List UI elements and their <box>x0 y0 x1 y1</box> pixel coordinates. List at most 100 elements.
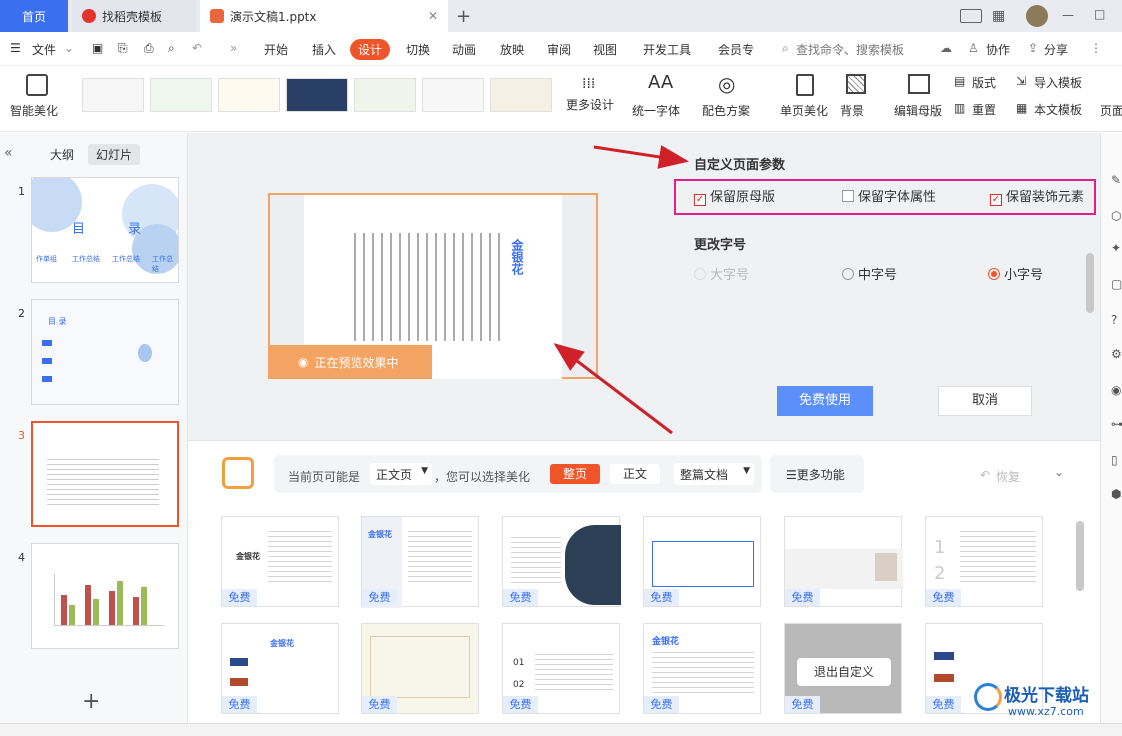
template-card[interactable]: 金银花 免费 <box>221 623 339 714</box>
menu-member[interactable]: 会员专 <box>718 41 754 58</box>
tab-document[interactable]: 演示文稿1.pptx ✕ <box>200 0 448 32</box>
cancel-button[interactable]: 取消 <box>938 386 1032 416</box>
tab-outline[interactable]: 大纲 <box>50 146 74 163</box>
menu-insert[interactable]: 插入 <box>312 41 336 58</box>
tool-icon[interactable]: ✦ <box>1111 241 1121 255</box>
tool-icon[interactable]: ⊶ <box>1111 417 1122 431</box>
color-scheme-button[interactable]: 配色方案 <box>702 102 750 119</box>
new-tab-button[interactable]: + <box>456 0 480 32</box>
collab-button[interactable]: 协作 <box>986 41 1010 58</box>
keep-font-checkbox[interactable]: 保留字体属性 <box>842 186 936 205</box>
slide-thumb-1[interactable]: 目 录 作单组 工作总结 工作总结 工作总结 <box>31 177 179 283</box>
page-beautify-button[interactable]: 单页美化 <box>780 102 828 119</box>
layout-button[interactable]: 版式 <box>972 74 996 91</box>
tab-close-icon[interactable]: ✕ <box>428 9 438 23</box>
option-text[interactable]: 正文 <box>610 464 660 484</box>
tool-icon[interactable]: ? <box>1111 313 1117 327</box>
menu-file[interactable]: 文件 <box>32 41 56 58</box>
exit-custom-button[interactable]: 退出自定义 <box>797 658 891 686</box>
design-thumb[interactable] <box>490 78 552 112</box>
tab-slides[interactable]: 幻灯片 <box>88 144 141 165</box>
keep-decor-checkbox[interactable]: ✓ 保留装饰元素 <box>990 186 1086 206</box>
layout-icon[interactable] <box>960 9 982 23</box>
use-free-button[interactable]: 免费使用 <box>777 386 873 416</box>
edit-master-button[interactable]: 编辑母版 <box>894 102 942 119</box>
text-template-button[interactable]: 本文模板 <box>1034 101 1082 118</box>
add-slide-button[interactable]: + <box>82 689 100 714</box>
tool-icon[interactable]: ▯ <box>1111 453 1118 467</box>
template-card[interactable]: 退出自定义 免费 <box>784 623 902 714</box>
import-template-button[interactable]: 导入模板 <box>1034 74 1082 91</box>
template-card[interactable]: 免费 <box>502 516 621 607</box>
search-icon: ⌕ <box>782 41 789 55</box>
more-functions-button[interactable]: ☰更多功能 <box>770 455 864 493</box>
tool-icon[interactable]: ⬡ <box>1111 209 1121 223</box>
scrollbar-thumb[interactable] <box>1086 253 1094 313</box>
option-document[interactable]: 整篇文档 ▼ <box>674 463 754 485</box>
design-thumb[interactable] <box>218 78 280 112</box>
tool-icon[interactable]: ▢ <box>1111 277 1122 291</box>
apps-grid-icon[interactable]: ▦ <box>992 8 1005 24</box>
menu-developer[interactable]: 开发工具 <box>643 41 691 58</box>
chevron-down-icon[interactable]: ⌄ <box>64 41 74 55</box>
command-search[interactable]: 查找命令、搜索模板 <box>796 41 904 58</box>
maximize-button[interactable]: □ <box>1094 7 1105 21</box>
unify-font-button[interactable]: 统一字体 <box>632 102 680 119</box>
more-design-button[interactable]: 更多设计 <box>566 96 614 113</box>
design-thumb[interactable] <box>286 78 348 112</box>
slide-thumb-4[interactable] <box>31 543 179 649</box>
export-icon[interactable]: ⎘ <box>118 41 128 56</box>
scrollbar-thumb[interactable] <box>1076 521 1084 591</box>
design-thumb[interactable] <box>82 78 144 112</box>
share-button[interactable]: 分享 <box>1044 41 1068 58</box>
preview-icon[interactable]: ⌕ <box>168 41 175 56</box>
keep-master-checkbox[interactable]: ✓ 保留原母版 <box>694 186 775 206</box>
more-chevron-icon[interactable]: » <box>230 41 237 55</box>
collapse-panel-icon[interactable]: « <box>4 145 13 161</box>
menu-view[interactable]: 视图 <box>593 41 617 58</box>
page-button[interactable]: 页面 <box>1100 102 1122 119</box>
tool-icon[interactable]: ⚙ <box>1111 347 1122 361</box>
cloud-icon[interactable]: ☁ <box>940 41 952 55</box>
slide-thumb-3[interactable] <box>31 421 179 527</box>
template-card[interactable]: 免费 <box>361 623 479 714</box>
template-card[interactable]: 01 02 免费 <box>502 623 620 714</box>
menu-start[interactable]: 开始 <box>264 41 288 58</box>
medium-font-radio[interactable]: 中字号 <box>842 264 897 283</box>
save-icon[interactable]: ▣ <box>92 41 103 55</box>
more-options-icon[interactable]: ⋮ <box>1090 41 1102 55</box>
smart-beautify-button[interactable]: 智能美化 <box>10 102 58 119</box>
tab-find-template[interactable]: 找稻壳模板 <box>72 0 196 32</box>
collapse-icon[interactable]: ⌄ <box>1054 465 1064 479</box>
menu-animation[interactable]: 动画 <box>452 41 476 58</box>
template-card[interactable]: 金银花 免费 <box>221 516 339 607</box>
reset-button[interactable]: 重置 <box>972 101 996 118</box>
menu-transition[interactable]: 切换 <box>406 41 430 58</box>
hamburger-icon[interactable]: ☰ <box>10 41 21 55</box>
template-card[interactable]: 免费 <box>643 516 761 607</box>
tool-icon[interactable]: ⬢ <box>1111 487 1121 501</box>
design-thumb[interactable] <box>354 78 416 112</box>
undo-icon[interactable]: ↶ <box>192 41 202 55</box>
menu-review[interactable]: 审阅 <box>547 41 571 58</box>
design-thumb[interactable] <box>150 78 212 112</box>
print-icon[interactable]: ⎙ <box>144 41 154 56</box>
menu-slideshow[interactable]: 放映 <box>500 41 524 58</box>
page-type-select[interactable]: 正文页 ▼ <box>370 463 432 485</box>
tool-icon[interactable]: ◉ <box>1111 383 1121 397</box>
template-card[interactable]: 金银花 免费 <box>643 623 761 714</box>
small-font-radio[interactable]: 小字号 <box>988 264 1043 283</box>
template-card[interactable]: 免费 <box>784 516 903 607</box>
slide-thumb-2[interactable]: 目 录 <box>31 299 179 405</box>
restore-button[interactable]: 恢复 <box>996 468 1020 485</box>
background-button[interactable]: 背景 <box>840 102 864 119</box>
tab-home[interactable]: 首页 <box>0 0 68 32</box>
minimize-button[interactable]: — <box>1062 8 1074 22</box>
menu-design[interactable]: 设计 <box>350 39 391 60</box>
avatar[interactable] <box>1026 5 1048 27</box>
template-card[interactable]: 金银花 免费 <box>361 516 479 608</box>
template-card[interactable]: 1 2 免费 <box>925 516 1043 607</box>
tool-icon[interactable]: ✎ <box>1111 173 1121 187</box>
design-thumb[interactable] <box>422 78 484 112</box>
option-whole-page[interactable]: 整页 <box>550 464 600 484</box>
